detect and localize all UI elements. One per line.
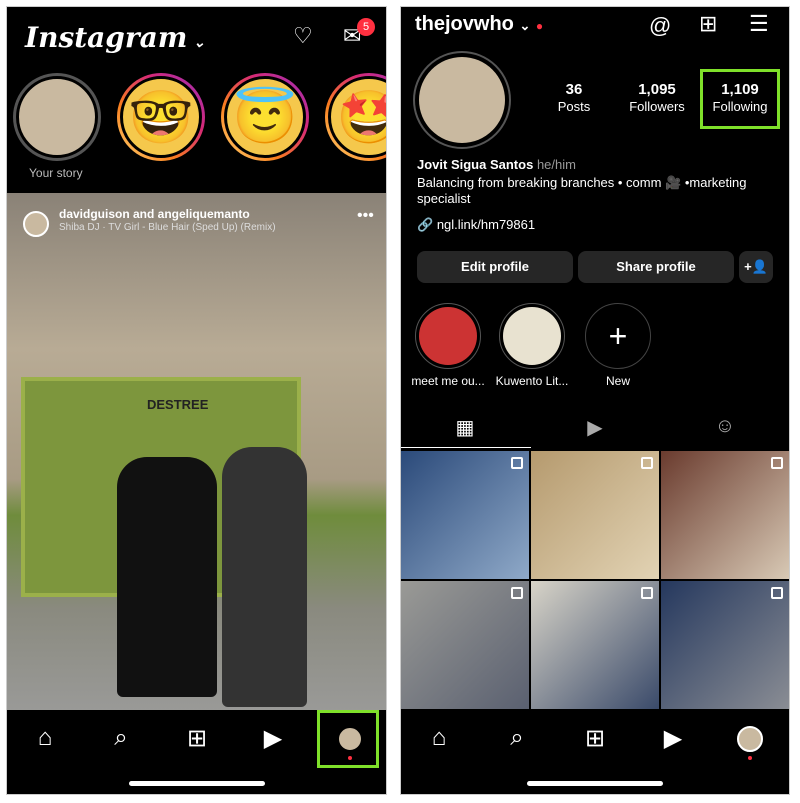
followers-label: Followers — [629, 99, 685, 114]
more-options-icon[interactable]: ••• — [357, 207, 374, 225]
followers-count: 1,095 — [638, 81, 676, 98]
highlight-label: meet me ou... — [411, 374, 485, 388]
bottom-nav: ⌂ ⌕ ⊞ ▶ — [401, 710, 789, 794]
story-emoji: 🤩 — [328, 76, 386, 158]
grid-post[interactable] — [661, 581, 789, 709]
username: thejovwho — [415, 13, 514, 35]
profile-name: Jovit Sigua Santos he/him — [417, 157, 576, 172]
post-audio[interactable]: Shiba DJ · TV Girl - Blue Hair (Sped Up)… — [59, 222, 276, 233]
messages-badge: 5 — [357, 18, 375, 36]
link-text: ngl.link/hm79861 — [436, 217, 536, 232]
threads-icon[interactable]: @ — [649, 13, 671, 39]
bio: Balancing from breaking branches • comm … — [417, 175, 747, 206]
multi-photo-icon — [771, 587, 783, 599]
reels-icon[interactable]: ▶ — [653, 724, 693, 753]
grid-post[interactable] — [661, 451, 789, 579]
new-highlight-button[interactable]: + — [585, 303, 651, 369]
story-emoji: 😇 — [224, 76, 306, 158]
tagged-tab-icon[interactable]: ☺ — [705, 415, 745, 438]
person — [117, 457, 217, 697]
highlight-box — [317, 710, 379, 768]
multi-photo-icon — [771, 457, 783, 469]
highlight[interactable] — [415, 303, 481, 369]
plus-icon: + — [608, 317, 628, 354]
search-icon[interactable]: ⌕ — [101, 724, 141, 752]
pronouns: he/him — [536, 157, 576, 172]
grid-tab-icon[interactable]: ▦ — [445, 415, 485, 440]
posts-label: Posts — [557, 99, 591, 114]
multi-photo-icon — [641, 457, 653, 469]
search-icon[interactable]: ⌕ — [497, 724, 537, 752]
highlight[interactable] — [499, 303, 565, 369]
post-usernames[interactable]: davidguison and angeliquemanto — [59, 207, 250, 221]
posts-stat[interactable]: 36 Posts — [534, 81, 614, 116]
link-icon: 🔗 — [417, 217, 434, 232]
highlight-box — [700, 69, 780, 129]
full-name: Jovit Sigua Santos — [417, 157, 534, 172]
story-emoji: 🤓 — [120, 76, 202, 158]
chevron-down-icon: ⌄ — [519, 18, 531, 33]
story[interactable]: 🤩 — [325, 73, 386, 161]
heart-icon[interactable]: ♡ — [293, 23, 313, 49]
reels-icon[interactable]: ▶ — [253, 724, 293, 753]
edit-profile-button[interactable]: Edit profile — [417, 251, 573, 283]
post-avatar[interactable] — [23, 211, 49, 237]
story[interactable]: 🤓 — [117, 73, 205, 161]
notification-dot — [748, 756, 752, 760]
grid-post[interactable] — [531, 581, 659, 709]
posts-grid — [401, 451, 789, 709]
shop-sign: DESTREE — [147, 397, 209, 412]
create-icon[interactable]: ⊞ — [575, 724, 615, 753]
profile-link[interactable]: 🔗 ngl.link/hm79861 — [417, 217, 535, 233]
highlight-label: Kuwento Lit... — [495, 374, 569, 388]
your-story[interactable] — [13, 73, 101, 161]
profile-screen: thejovwho ⌄ ● @ ⊞ ☰ 36 Posts 1,095 Followe… — [400, 6, 790, 795]
story[interactable]: 😇 — [221, 73, 309, 161]
notification-dot: ● — [535, 19, 544, 33]
home-feed-screen: Instagram⌄ ♡ ✉ 5 Your story 🤓 😇 🤩 DESTRE… — [6, 6, 387, 795]
grid-post[interactable] — [401, 451, 529, 579]
username-switcher[interactable]: thejovwho ⌄ ● — [415, 13, 543, 36]
active-tab-indicator — [401, 447, 531, 448]
instagram-logo[interactable]: Instagram ⌄ — [25, 21, 205, 54]
multi-photo-icon — [511, 457, 523, 469]
multi-photo-icon — [511, 587, 523, 599]
bottom-nav: ⌂ ⌕ ⊞ ▶ — [7, 710, 386, 794]
home-indicator — [128, 781, 265, 786]
home-indicator — [527, 781, 663, 786]
your-story-label: Your story — [29, 166, 83, 180]
reels-tab-icon[interactable]: ▶ — [575, 415, 615, 440]
create-icon[interactable]: ⊞ — [177, 724, 217, 753]
multi-photo-icon — [641, 587, 653, 599]
person — [222, 447, 307, 707]
discover-people-icon[interactable]: +👤 — [739, 251, 773, 283]
logo-text: Instagram — [25, 21, 188, 54]
chevron-down-icon: ⌄ — [193, 35, 206, 51]
profile-icon[interactable] — [737, 726, 763, 752]
highlight-label: New — [605, 374, 630, 388]
grid-post[interactable] — [401, 581, 529, 709]
create-icon[interactable]: ⊞ — [699, 11, 717, 37]
home-icon[interactable]: ⌂ — [419, 724, 459, 752]
menu-icon[interactable]: ☰ — [749, 11, 769, 37]
home-icon[interactable]: ⌂ — [25, 724, 65, 752]
posts-count: 36 — [565, 81, 583, 98]
grid-post[interactable] — [531, 451, 659, 579]
profile-avatar[interactable] — [413, 51, 511, 149]
share-profile-button[interactable]: Share profile — [578, 251, 734, 283]
followers-stat[interactable]: 1,095 Followers — [617, 81, 697, 116]
